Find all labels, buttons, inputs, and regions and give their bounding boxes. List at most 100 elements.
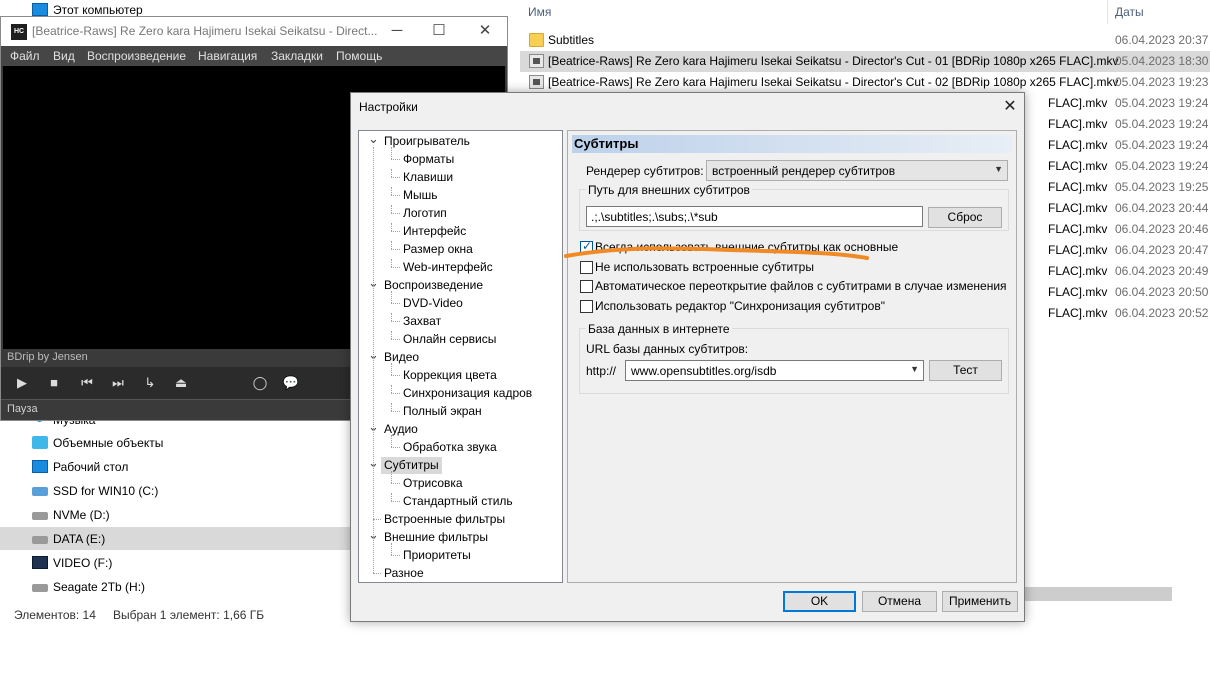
menu-help[interactable]: Помощь — [336, 49, 382, 63]
file-name: FLAC].mkv — [1048, 264, 1108, 278]
menu-playback[interactable]: Воспроизведение — [87, 49, 186, 63]
db-url-value: www.opensubtitles.org/isdb — [631, 364, 777, 378]
file-date: 05.04.2023 19:24 — [1115, 117, 1209, 131]
play-icon[interactable]: ▶ — [13, 375, 31, 391]
tree-connector — [391, 555, 400, 556]
apply-button[interactable]: Применить — [942, 591, 1018, 612]
tree-connector — [391, 447, 400, 448]
tree-item[interactable]: Коррекция цвета — [400, 367, 500, 384]
renderer-select[interactable]: встроенный рендерер субтитров ▼ — [706, 160, 1008, 181]
tree-connector — [391, 393, 400, 394]
horizontal-scrollbar-thumb[interactable] — [1025, 587, 1172, 601]
menu-file[interactable]: Файл — [10, 49, 40, 63]
tree-item[interactable]: Синхронизация кадров — [400, 385, 535, 402]
tree-item[interactable]: Форматы — [400, 151, 457, 168]
file-row[interactable]: [Beatrice-Raws] Re Zero kara Hajimeru Is… — [520, 51, 1210, 72]
tree-connector — [391, 147, 392, 159]
maximize-button[interactable]: ☐ — [425, 20, 453, 42]
tree-item[interactable]: Логотип — [400, 205, 450, 222]
frame-step-icon[interactable]: ↳ — [141, 375, 159, 391]
file-name: [Beatrice-Raws] Re Zero kara Hajimeru Is… — [548, 54, 1119, 68]
tree-connector — [391, 375, 400, 376]
tree-connector — [391, 321, 400, 322]
tree-connector — [391, 195, 400, 196]
test-button[interactable]: Тест — [929, 360, 1002, 381]
nav-item-label: Seagate 2Tb (H:) — [53, 580, 146, 594]
tree-item[interactable]: Отрисовка — [400, 475, 466, 492]
tree-connector — [391, 177, 400, 178]
tree-item[interactable]: Воспроизведение — [381, 277, 486, 294]
menu-bookmarks[interactable]: Закладки — [271, 49, 323, 63]
tree-connector — [391, 313, 392, 321]
tree-connector — [391, 403, 392, 411]
folder-icon — [529, 33, 544, 47]
tree-item[interactable]: Мышь — [400, 187, 441, 204]
ok-button[interactable]: OK — [783, 591, 856, 612]
sync-editor-label: Использовать редактор "Синхронизация суб… — [595, 299, 885, 313]
sync-editor-checkbox[interactable] — [580, 300, 593, 313]
file-row[interactable]: [Beatrice-Raws] Re Zero kara Hajimeru Is… — [520, 72, 1210, 93]
tree-item[interactable]: Стандартный стиль — [400, 493, 516, 510]
cancel-button[interactable]: Отмена — [862, 591, 937, 612]
file-name: FLAC].mkv — [1048, 138, 1108, 152]
column-header-date[interactable]: Даты — [1115, 5, 1144, 19]
file-date: 05.04.2023 19:24 — [1115, 138, 1209, 152]
column-header-name[interactable]: Имя — [528, 5, 551, 19]
dialog-title: Настройки — [359, 100, 418, 114]
tree-item[interactable]: Внешние фильтры — [381, 529, 491, 546]
ext-path-input[interactable]: .;.\subtitles;.\subs;.\*sub — [586, 206, 923, 227]
drive-os-icon — [32, 487, 48, 496]
renderer-label: Рендерер субтитров: — [586, 164, 704, 178]
column-separator[interactable] — [1107, 0, 1108, 24]
player-menubar: Файл Вид Воспроизведение Навигация Закла… — [1, 46, 507, 66]
player-titlebar[interactable]: HC [Beatrice-Raws] Re Zero kara Hajimeru… — [1, 17, 507, 46]
menu-view[interactable]: Вид — [53, 49, 75, 63]
audio-icon[interactable]: ◯ — [251, 375, 269, 391]
tree-item[interactable]: Проигрыватель — [381, 133, 473, 150]
eject-icon[interactable]: ⏏ — [172, 375, 190, 391]
auto-reload-checkbox[interactable] — [580, 280, 593, 293]
tree-connector — [391, 159, 400, 160]
tree-item[interactable]: Встроенные фильтры — [381, 511, 508, 528]
tree-connector — [391, 213, 400, 214]
close-button[interactable]: ✕ — [471, 20, 499, 42]
tree-connector — [391, 471, 392, 483]
menu-navigation[interactable]: Навигация — [198, 49, 257, 63]
folder-row[interactable]: Subtitles 06.04.2023 20:37 — [520, 30, 1210, 51]
tree-connector — [391, 363, 392, 375]
tree-item[interactable]: DVD-Video — [400, 295, 466, 312]
stop-icon[interactable]: ■ — [45, 375, 63, 391]
previous-icon[interactable]: ⏮ — [78, 375, 96, 391]
tree-item[interactable]: Интерфейс — [400, 223, 469, 240]
file-name: FLAC].mkv — [1048, 285, 1108, 299]
tree-connector — [391, 339, 400, 340]
tree-item[interactable]: Полный экран — [400, 403, 485, 420]
subtitles-settings-panel: Субтитры Рендерер субтитров: встроенный … — [567, 130, 1017, 583]
tree-connector — [391, 291, 392, 303]
tree-item[interactable]: Видео — [381, 349, 422, 366]
file-name: FLAC].mkv — [1048, 243, 1108, 257]
db-url-select[interactable]: www.opensubtitles.org/isdb ▼ — [625, 360, 924, 381]
file-name: Subtitles — [548, 33, 595, 47]
tree-item[interactable]: Приоритеты — [400, 547, 474, 564]
tree-item[interactable]: Обработка звука — [400, 439, 500, 456]
tree-item[interactable]: Разное — [381, 565, 427, 582]
desktop-icon — [32, 460, 48, 473]
tree-connector — [391, 249, 400, 250]
computer-icon — [32, 3, 48, 16]
tree-item[interactable]: Клавиши — [400, 169, 456, 186]
subtitles-icon[interactable]: 💬 — [282, 375, 300, 391]
reset-button[interactable]: Сброс — [928, 207, 1002, 228]
minimize-button[interactable]: ─ — [383, 20, 411, 42]
file-date: 06.04.2023 20:50 — [1115, 285, 1209, 299]
nav-item-label: Этот компьютер — [53, 3, 143, 17]
expand-arrow-icon[interactable]: ⌄ — [368, 131, 379, 147]
close-icon[interactable]: ✕ — [998, 96, 1022, 118]
tree-item[interactable]: Захват — [400, 313, 444, 330]
tree-connector — [391, 231, 400, 232]
tree-item[interactable]: Размер окна — [400, 241, 476, 258]
tree-item[interactable]: Web-интерфейс — [400, 259, 496, 276]
tree-item[interactable]: Онлайн сервисы — [400, 331, 499, 348]
next-icon[interactable]: ⏭ — [109, 375, 127, 391]
tree-item[interactable]: Аудио — [381, 421, 421, 438]
